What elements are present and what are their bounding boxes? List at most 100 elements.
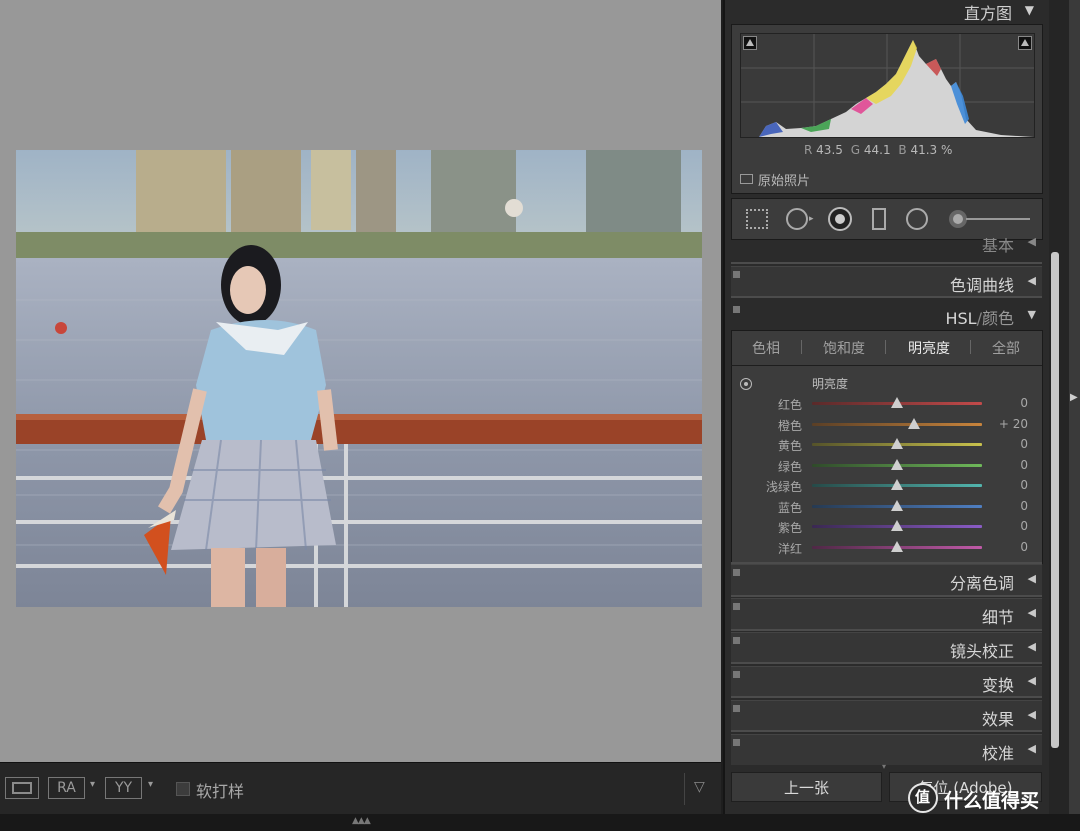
panel-scrollbar-thumb[interactable] (1051, 252, 1059, 748)
hsl-section-label: 明亮度 (812, 377, 849, 391)
before-after-button[interactable]: RA (48, 777, 85, 799)
swap-dropdown-icon[interactable]: ▾ (148, 779, 153, 790)
panel-toggle-icon[interactable] (733, 637, 740, 644)
photo-preview[interactable] (16, 150, 702, 607)
panel-expand-arrow-icon: ◀ (1027, 742, 1036, 755)
panel-calibration-label: 校准 (981, 744, 1014, 763)
hsl-slider-thumb[interactable] (891, 540, 903, 552)
panel-transform[interactable]: 变换 ◀ (731, 666, 1042, 697)
r-value: 43.5 (816, 143, 843, 157)
right-edge-strip: ▶ (1069, 0, 1080, 831)
graduated-filter-icon[interactable] (872, 208, 886, 230)
panel-effects[interactable]: 效果 ◀ (731, 700, 1042, 731)
hsl-slider-value[interactable]: + 20 (999, 417, 1028, 431)
before-after-dropdown-icon[interactable]: ▾ (90, 779, 95, 790)
panel-toggle-icon[interactable] (733, 705, 740, 712)
shadow-clipping-icon[interactable] (743, 36, 757, 50)
spot-removal-arrow-icon: ▸ (809, 214, 814, 224)
panel-toggle-icon[interactable] (733, 739, 740, 746)
red-eye-icon[interactable] (828, 207, 852, 231)
g-value: 44.1 (863, 143, 891, 157)
original-photo-label: 原始照片 (758, 174, 811, 189)
hsl-slider-thumb[interactable] (891, 458, 903, 470)
tab-saturation[interactable]: 饱和度 (823, 338, 865, 358)
brush-size-slider[interactable] (966, 218, 1030, 220)
panel-separator (731, 629, 1042, 631)
hsl-slider-thumb[interactable] (891, 397, 903, 408)
panel-expand-arrow-icon: ◀ (1027, 606, 1036, 619)
bottom-toolbar: RA ▾ YY ▾ 软打样 ▽ (0, 762, 721, 815)
hsl-label: HSL (945, 309, 977, 328)
hsl-slider-row[interactable]: 蓝色 0 (731, 497, 1042, 517)
panel-lens-corrections[interactable]: 镜头校正 ◀ (731, 632, 1042, 663)
panel-tone-curve-label: 色调曲线 (949, 276, 1014, 295)
watermark-logo-text: 值 (915, 788, 931, 806)
hsl-slider-row[interactable]: 红色 0 (731, 394, 1042, 414)
hsl-slider-thumb[interactable] (891, 438, 903, 449)
highlight-clipping-icon[interactable] (1018, 36, 1032, 50)
panel-scroll-end-icon: ▾ (882, 762, 887, 771)
view-mode-button[interactable] (5, 777, 39, 799)
hsl-slider-value[interactable]: 0 (1020, 478, 1028, 492)
spot-removal-icon[interactable] (786, 208, 808, 230)
crop-tool-icon[interactable] (746, 209, 768, 229)
photo-image (16, 150, 702, 607)
panel-collapse-arrow-icon[interactable]: ▶ (1070, 392, 1078, 403)
toolbar-menu-chevron-icon[interactable]: ▽ (694, 779, 705, 795)
brush-icon[interactable] (949, 210, 967, 228)
histogram-collapse-icon: ▼ (1024, 3, 1034, 17)
panel-hsl-header[interactable]: HSL/颜色 ▼ (731, 300, 1042, 330)
hsl-slider-thumb[interactable] (891, 499, 903, 511)
hsl-slider-thumb[interactable] (891, 520, 903, 531)
panel-calibration[interactable]: 校准 ◀ (731, 734, 1042, 765)
panel-toggle-icon[interactable] (733, 569, 740, 576)
panel-toggle-icon[interactable] (733, 603, 740, 610)
panel-tone-curve[interactable]: 色调曲线 ◀ (731, 266, 1042, 297)
hsl-slider-value[interactable]: 0 (1020, 458, 1028, 472)
color-label: 颜色 (981, 309, 1014, 328)
panel-collapse-arrow-icon: ▼ (1027, 308, 1036, 321)
previous-button[interactable]: 上一张 (731, 772, 882, 802)
soft-proof-checkbox[interactable] (176, 782, 190, 796)
panel-basic[interactable]: 基本 ◀ (731, 238, 1042, 258)
hsl-slider-row[interactable]: 黄色 0 (731, 435, 1042, 455)
hsl-slider-row[interactable]: 橙色 + 20 (731, 415, 1042, 435)
panel-detail-label: 细节 (981, 608, 1014, 627)
filmstrip-toggle-icon[interactable]: ▲▲▲ (352, 816, 371, 826)
r-label: R (804, 143, 813, 157)
toolbar-divider (684, 773, 685, 805)
panel-detail[interactable]: 细节 ◀ (731, 598, 1042, 629)
panel-split-toning[interactable]: 分离色调 ◀ (731, 564, 1042, 595)
hsl-slider-value[interactable]: 0 (1020, 519, 1028, 533)
target-adjust-icon[interactable] (740, 378, 752, 390)
tab-all[interactable]: 全部 (992, 338, 1020, 358)
tab-luminance[interactable]: 明亮度 (908, 338, 950, 358)
hsl-slider-row[interactable]: 绿色 0 (731, 456, 1042, 476)
loupe-view-icon (12, 782, 32, 794)
swap-button[interactable]: YY (105, 777, 142, 799)
hsl-slider-row[interactable]: 浅绿色 0 (731, 476, 1042, 496)
soft-proof-label: 软打样 (196, 782, 245, 801)
hsl-slider-value[interactable]: 0 (1020, 396, 1028, 410)
panel-toggle-icon[interactable] (733, 671, 740, 678)
panel-separator (731, 696, 1042, 698)
histogram-header[interactable]: 直方图 ▼ (731, 0, 1042, 23)
hsl-slider-label: 黄色 (777, 439, 802, 453)
hsl-slider-label: 浅绿色 (765, 480, 802, 494)
panel-toggle-icon[interactable] (733, 271, 740, 278)
histogram-chart (741, 34, 1034, 137)
hsl-slider-thumb[interactable] (891, 479, 903, 490)
panel-toggle-icon[interactable] (733, 306, 740, 313)
hsl-slider-value[interactable]: 0 (1020, 540, 1028, 554)
radial-filter-icon[interactable] (906, 208, 928, 230)
hsl-slider-track[interactable] (812, 422, 982, 426)
original-photo-checkbox[interactable] (740, 174, 753, 184)
hsl-slider-thumb[interactable] (908, 417, 920, 429)
hsl-slider-row[interactable]: 紫色 0 (731, 517, 1042, 537)
panel-expand-arrow-icon: ◀ (1027, 274, 1036, 287)
b-value: 41.3 (910, 143, 938, 157)
hsl-slider-row[interactable]: 洋红 0 (731, 538, 1042, 558)
hsl-slider-value[interactable]: 0 (1020, 499, 1028, 513)
tab-hue[interactable]: 色相 (752, 338, 780, 358)
hsl-slider-value[interactable]: 0 (1020, 437, 1028, 451)
